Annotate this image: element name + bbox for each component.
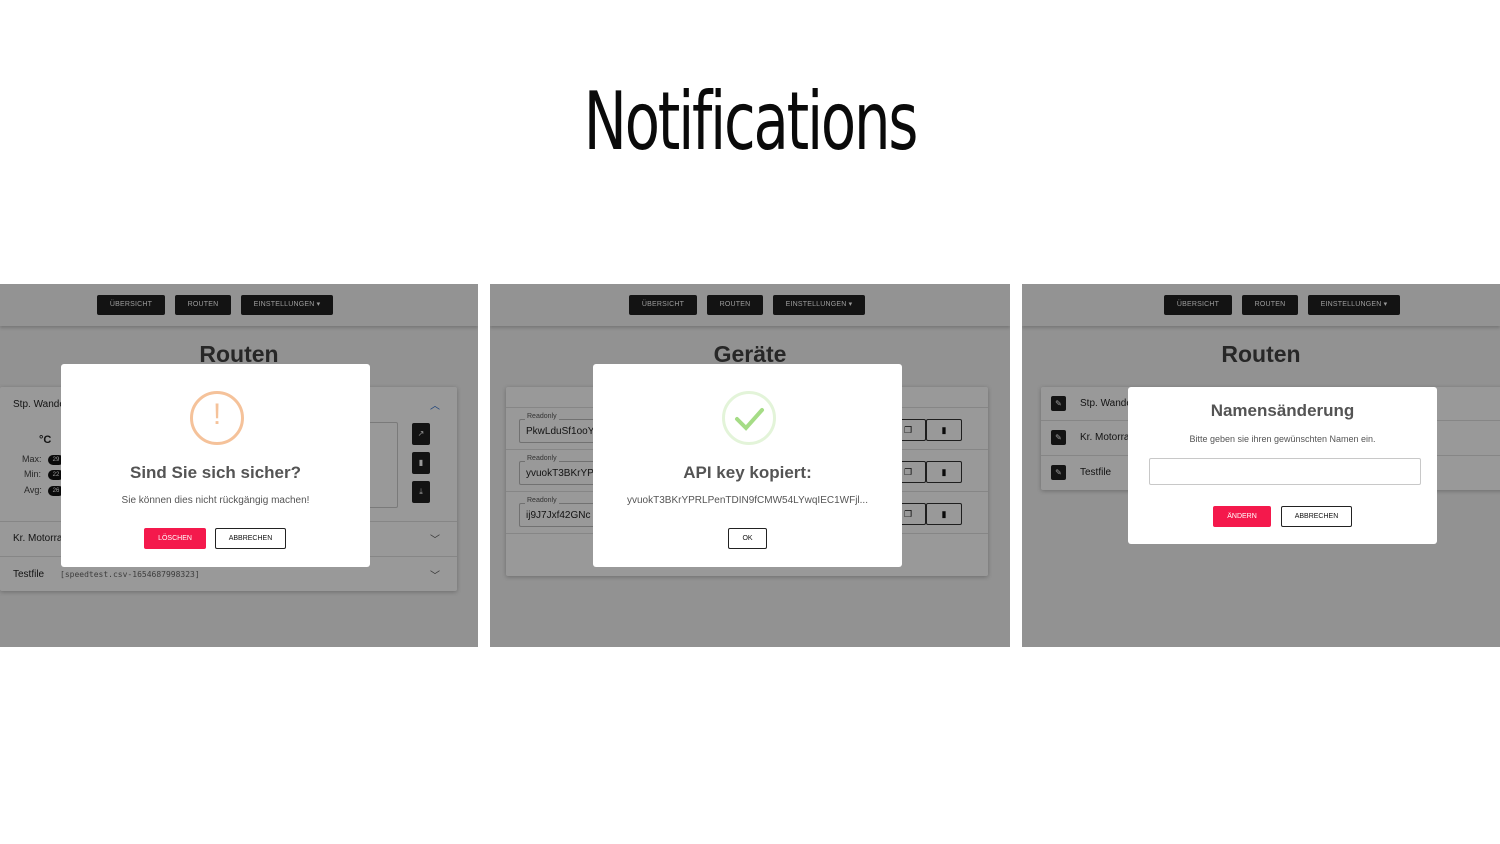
dialog-title: API key kopiert: xyxy=(683,463,812,482)
change-button[interactable]: ÄNDERN xyxy=(1213,506,1271,527)
warning-icon: ! xyxy=(190,391,244,445)
delete-button[interactable]: LÖSCHEN xyxy=(144,528,206,549)
dialog-title: Sind Sie sich sicher? xyxy=(129,463,301,482)
screenshot-rename: ÜBERSICHT ROUTEN EINSTELLUNGEN ▾ Routen … xyxy=(1022,284,1500,647)
checkmark-icon xyxy=(722,391,776,445)
success-dialog: API key kopiert: yvuokT3BKrYPRLPenTDIN9f… xyxy=(593,364,902,567)
dialog-text: Sie können dies nicht rückgängig machen! xyxy=(121,495,310,506)
page-title: Notifications xyxy=(583,75,919,168)
ok-button[interactable]: OK xyxy=(728,528,767,549)
screenshot-api-key-copied: ÜBERSICHT ROUTEN EINSTELLUNGEN ▾ Geräte … xyxy=(490,284,1010,647)
cancel-button[interactable]: ABBRECHEN xyxy=(1281,506,1352,527)
confirm-dialog: ! Sind Sie sich sicher? Sie können dies … xyxy=(61,364,370,567)
dialog-title: Namensänderung xyxy=(1210,401,1355,420)
name-input[interactable] xyxy=(1149,458,1421,485)
dialog-text: Bitte geben sie ihren gewünschten Namen … xyxy=(1189,434,1376,444)
screenshot-delete-confirm: ÜBERSICHT ROUTEN EINSTELLUNGEN ▾ Routen … xyxy=(0,284,478,647)
api-key-text: yvuokT3BKrYPRLPenTDIN9fCMW54LYwqIEC1WFjl… xyxy=(627,495,868,506)
rename-dialog: Namensänderung Bitte geben sie ihren gew… xyxy=(1128,387,1437,544)
cancel-button[interactable]: ABBRECHEN xyxy=(215,528,286,549)
